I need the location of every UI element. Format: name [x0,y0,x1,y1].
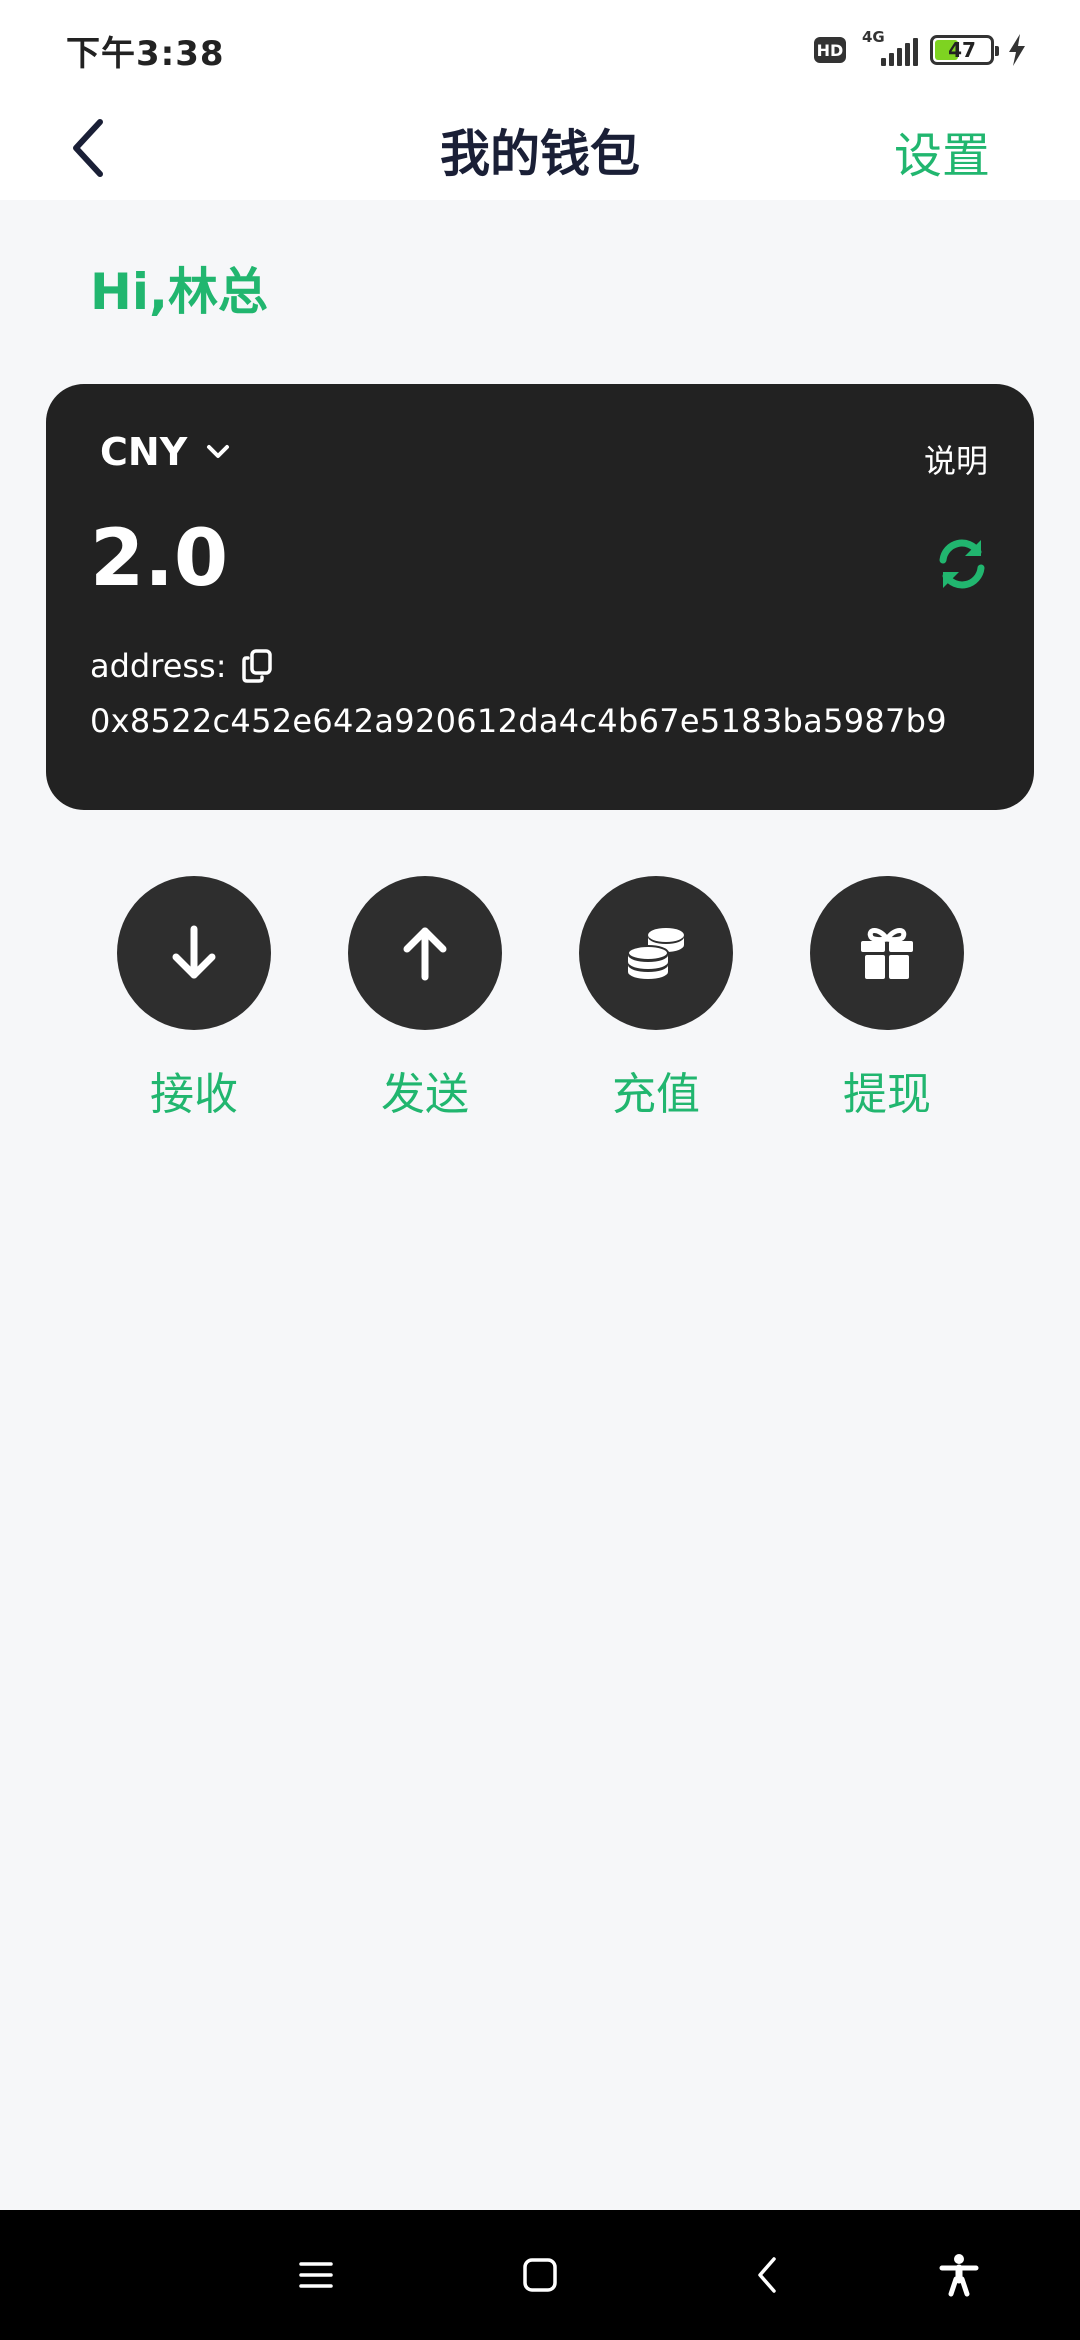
recharge-circle [579,876,733,1030]
battery-level: 47 [948,38,976,62]
copy-icon [241,649,272,683]
withdraw-circle [810,876,964,1030]
send-button[interactable]: 发送 [345,876,505,1122]
recharge-label: 充值 [612,1069,700,1120]
action-bar: 接收 发送 充值 提现 [0,876,1080,1120]
home-button[interactable] [510,2245,570,2305]
app-header: 我的钱包 设置 [0,96,1080,200]
refresh-icon [939,539,985,589]
status-icons: HD 4G 47 [814,28,1028,70]
accessibility-button[interactable] [929,2245,989,2305]
accessibility-icon [939,2254,979,2297]
receive-circle [117,876,271,1030]
receive-label: 接收 [150,1069,238,1120]
home-icon [523,2258,557,2292]
greeting-text: Hi,林总 [90,263,268,321]
withdraw-button[interactable]: 提现 [807,876,967,1122]
hd-icon: HD [814,37,846,63]
chevron-down-icon [207,445,230,458]
currency-label: CNY [100,430,188,474]
copy-button[interactable] [241,646,277,686]
wallet-card: CNY 说明 2.0 address: 0x8522c452e642a92061… [46,384,1034,810]
send-label: 发送 [381,1069,469,1120]
system-nav-bar [0,2210,1080,2340]
currency-selector[interactable]: CNY [100,430,231,474]
status-bar: 下午3:38 HD 4G 47 [0,0,1080,96]
menu-button[interactable] [286,2245,346,2305]
arrow-up-icon [403,927,447,981]
gift-icon [861,928,913,979]
arrow-down-icon [172,925,216,979]
signal-icon: 4G [858,28,918,70]
wallet-address[interactable]: 0x8522c452e642a920612da4c4b67e5183ba5987… [90,702,947,740]
coins-icon [627,928,684,979]
address-row: address: [90,646,277,686]
receive-button[interactable]: 接收 [114,876,274,1122]
address-label: address: [90,647,227,685]
send-circle [348,876,502,1030]
explain-button[interactable]: 说明 [924,436,988,482]
bolt-icon [1009,34,1025,66]
balance-amount: 2.0 [90,514,229,604]
refresh-button[interactable] [930,532,994,596]
nav-back-button[interactable] [737,2245,797,2305]
back-icon [758,2257,776,2293]
recharge-button[interactable]: 充值 [576,876,736,1122]
menu-icon [299,2262,333,2288]
settings-button[interactable]: 设置 [894,116,990,186]
withdraw-label: 提现 [843,1069,931,1120]
status-time: 下午3:38 [66,34,225,74]
battery-icon: 47 [930,35,999,65]
